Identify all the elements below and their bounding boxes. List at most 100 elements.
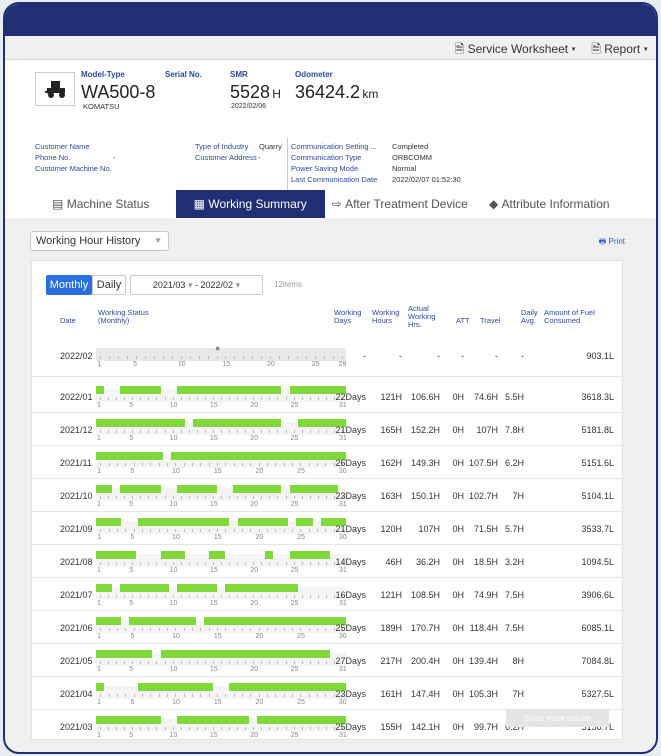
day-label: 20: [250, 402, 259, 409]
cell-fuel: 5104.1L: [581, 491, 614, 501]
day-tick: [166, 628, 168, 631]
table-row: 2021/08 1 5 10 15 20 25 31 14Days 46H 36.2H 0H 18.5H…: [32, 545, 624, 578]
day-tick: [140, 595, 142, 598]
cell-travel: 99.7H: [473, 722, 498, 732]
day-tick: [180, 496, 182, 499]
day-tick: [283, 529, 285, 532]
day-tick: [285, 562, 287, 565]
chart-icon: ▦: [193, 197, 209, 211]
day-tick: [172, 496, 174, 499]
working-segment: [171, 452, 213, 460]
day-tick: [148, 430, 150, 433]
day-tick: [221, 397, 222, 400]
day-tick: [116, 430, 118, 433]
working-segment: [229, 617, 288, 625]
tab-machine-status[interactable]: ▤ Machine Status: [26, 190, 176, 218]
day-tick: [293, 595, 295, 598]
day-tick: [253, 661, 255, 664]
cell-whours: 155H: [380, 722, 402, 732]
working-segment: [120, 485, 161, 493]
tab-working-summary[interactable]: ▦ Working Summary: [175, 190, 325, 218]
day-tick: [325, 463, 327, 466]
day-tick: [212, 595, 214, 598]
service-worksheet-button[interactable]: 🗎 Service Worksheet ▾: [455, 42, 576, 56]
day-tick: [275, 463, 277, 466]
cell-wdays: 25Days: [335, 623, 366, 633]
monthly-toggle[interactable]: Monthly: [46, 275, 92, 295]
show-more-button[interactable]: Show more results: [506, 709, 609, 727]
day-tick: [291, 529, 293, 532]
day-tick: [108, 529, 110, 532]
day-tick: [196, 727, 198, 730]
print-button[interactable]: 🖶 Print: [599, 236, 625, 250]
info-icon[interactable]: ●: [215, 343, 220, 353]
day-label: 5: [129, 567, 134, 574]
day-tick: [237, 727, 239, 730]
cell-att: 0H: [452, 425, 464, 435]
date-range-picker[interactable]: 2021/03 ▾ - 2022/02 ▾: [130, 275, 263, 295]
row-date: 2021/12: [60, 425, 93, 435]
cell-wdays: 21Days: [335, 425, 366, 435]
day-tick: [100, 562, 102, 565]
working-status-bar: 1 5 10 15 20 25 28 ●: [96, 343, 346, 368]
working-status-bar: 1 5 10 15 20 25 30: [96, 683, 347, 706]
day-tick: [183, 628, 185, 631]
day-tick: [132, 562, 134, 565]
working-hour-select[interactable]: Working Hour History ▼: [30, 231, 169, 251]
day-tick: [333, 463, 335, 466]
day-tick: [291, 628, 293, 631]
day-tick: [204, 562, 206, 565]
day-tick: [148, 661, 150, 664]
row-date: 2021/07: [60, 590, 93, 600]
tab-attribute-information[interactable]: ◆ Attribute Information: [475, 190, 625, 218]
day-tick: [261, 356, 263, 359]
comm-setting-value: Completed: [392, 142, 429, 151]
day-label: 20: [250, 732, 259, 739]
cell-fuel: 6085.1L: [581, 623, 614, 633]
day-label: 1: [97, 468, 102, 475]
day-tick: [158, 628, 160, 631]
day-label: 1: [97, 534, 102, 541]
working-segment: [233, 485, 282, 493]
day-tick: [301, 397, 303, 400]
day-tick: [188, 430, 190, 433]
day-tick: [277, 727, 279, 730]
day-tick: [124, 430, 126, 433]
day-label: 10: [172, 534, 180, 541]
day-tick: [225, 628, 227, 631]
day-tick: [258, 463, 260, 466]
service-worksheet-label: Service Worksheet: [467, 42, 569, 56]
day-tick: [100, 463, 102, 466]
day-tick: [132, 661, 134, 664]
cell-wdays: 23Days: [335, 689, 366, 699]
day-tick: [116, 496, 118, 499]
document-icon: ▤: [52, 197, 67, 211]
day-tick: [188, 727, 190, 730]
day-tick: [183, 694, 185, 697]
working-segment: [137, 518, 188, 526]
daily-toggle[interactable]: Daily: [92, 275, 126, 295]
day-tick: [245, 430, 247, 433]
report-button[interactable]: 🗎 Report ▾: [591, 42, 648, 56]
table-row: 2021/11 1 5 10 15 20 25 30 26Days 162H 149.3H 0H 107…: [32, 446, 624, 479]
day-tick: [124, 496, 126, 499]
day-tick: [150, 694, 152, 697]
working-segment: [208, 650, 282, 658]
day-tick: [277, 397, 279, 400]
day-tick: [162, 356, 164, 359]
day-tick: [156, 397, 158, 400]
tab-after-treatment-device[interactable]: ⇨ After Treatment Device: [325, 190, 475, 218]
working-segment: [225, 584, 298, 592]
working-status-bar: 1 5 10 15 20 25 30: [96, 452, 347, 475]
cell-att: 0H: [452, 557, 464, 567]
day-tick: [325, 727, 327, 730]
day-tick: [100, 727, 102, 730]
day-tick: [317, 661, 319, 664]
day-label: 5: [130, 534, 135, 541]
day-tick: [208, 628, 210, 631]
working-status-bar: 1 5 10 15 20 25 31: [96, 650, 347, 673]
toolbar: 🗎 Service Worksheet ▾ 🗎 Report ▾: [5, 36, 656, 60]
day-tick: [225, 529, 227, 532]
day-tick: [216, 356, 218, 359]
day-tick: [132, 430, 134, 433]
